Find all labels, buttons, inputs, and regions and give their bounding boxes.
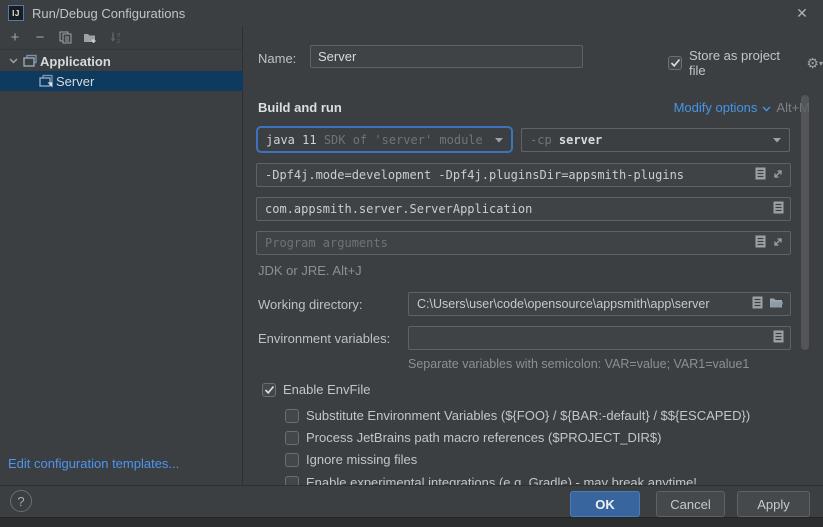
- envfile-option-path-macro[interactable]: Process JetBrains path macro references …: [285, 430, 661, 445]
- envfile-option-label: Substitute Environment Variables (${FOO}…: [306, 408, 750, 423]
- vertical-scrollbar[interactable]: [801, 95, 809, 350]
- program-arguments-field[interactable]: Program arguments: [256, 231, 791, 255]
- chevron-down-icon[interactable]: [762, 100, 771, 115]
- copy-configuration-icon[interactable]: [58, 31, 72, 45]
- macros-icon[interactable]: [755, 167, 766, 183]
- modify-options-link[interactable]: Modify options: [674, 100, 758, 115]
- envfile-option-substitute[interactable]: Substitute Environment Variables (${FOO}…: [285, 408, 750, 423]
- background-window-edge: [0, 517, 823, 527]
- chevron-down-icon: [494, 137, 511, 143]
- ok-button[interactable]: OK: [570, 491, 640, 517]
- classpath-combo[interactable]: -cp server: [521, 128, 790, 152]
- substitute-env-vars-checkbox[interactable]: [285, 409, 299, 423]
- cancel-button[interactable]: Cancel: [656, 491, 725, 517]
- svg-text:z: z: [117, 38, 120, 45]
- name-field[interactable]: [310, 45, 583, 68]
- macros-icon[interactable]: [755, 235, 766, 251]
- modify-options-group: Modify options Alt+M: [243, 100, 810, 115]
- chevron-down-icon[interactable]: [6, 54, 20, 68]
- enable-envfile-checkbox[interactable]: [262, 383, 276, 397]
- main-class-field[interactable]: com.appsmith.server.ServerApplication: [256, 197, 791, 221]
- gear-icon[interactable]: ⚙▾: [806, 55, 823, 72]
- sidebar-item-label: Application: [40, 54, 111, 69]
- run-debug-configurations-dialog: IJ Run/Debug Configurations ✕ + − az: [0, 0, 823, 517]
- envfile-option-label: Process JetBrains path macro references …: [306, 430, 661, 445]
- working-directory-label: Working directory:: [258, 297, 363, 312]
- store-as-project-file-checkbox[interactable]: [668, 56, 682, 70]
- enable-envfile-label: Enable EnvFile: [283, 382, 370, 397]
- enable-envfile-option[interactable]: Enable EnvFile: [262, 382, 370, 397]
- apply-button[interactable]: Apply: [737, 491, 810, 517]
- jdk-combo-value: java 11: [266, 133, 317, 147]
- jdk-hint: JDK or JRE. Alt+J: [258, 263, 362, 278]
- sort-configurations-icon[interactable]: az: [108, 31, 122, 45]
- sidebar-toolbar: + − az: [0, 26, 242, 50]
- close-icon[interactable]: ✕: [793, 4, 811, 22]
- vm-options-field[interactable]: -Dpf4j.mode=development -Dpf4j.pluginsDi…: [256, 163, 791, 187]
- macros-icon[interactable]: [773, 201, 784, 217]
- application-run-icon: [38, 74, 54, 88]
- edit-configuration-templates-link[interactable]: Edit configuration templates...: [8, 456, 179, 471]
- remove-configuration-icon[interactable]: −: [33, 31, 47, 45]
- name-input[interactable]: [311, 49, 582, 64]
- classpath-combo-value: server: [559, 133, 602, 147]
- dialog-footer: ? OK Cancel Apply: [0, 485, 823, 517]
- working-directory-value: C:\Users\user\code\opensource\appsmith\a…: [409, 297, 752, 311]
- configurations-sidebar: + − az Application: [0, 26, 243, 485]
- sidebar-item-label: Server: [56, 74, 94, 89]
- name-label: Name:: [258, 51, 296, 66]
- sidebar-item-application[interactable]: Application: [0, 51, 243, 71]
- dialog-titlebar: IJ Run/Debug Configurations ✕: [0, 0, 823, 26]
- macros-icon[interactable]: [773, 330, 784, 346]
- ignore-missing-files-checkbox[interactable]: [285, 453, 299, 467]
- application-type-icon: [22, 54, 38, 68]
- environment-variables-field[interactable]: [408, 326, 791, 350]
- new-folder-icon[interactable]: [83, 31, 97, 45]
- expand-field-icon[interactable]: [772, 236, 784, 251]
- store-as-project-file-label: Store as project file: [689, 48, 799, 78]
- screen: IJ Run/Debug Configurations ✕ + − az: [0, 0, 823, 527]
- vm-options-value: -Dpf4j.mode=development -Dpf4j.pluginsDi…: [257, 168, 755, 182]
- dialog-title: Run/Debug Configurations: [32, 6, 185, 21]
- help-button[interactable]: ?: [10, 490, 32, 512]
- process-path-macro-checkbox[interactable]: [285, 431, 299, 445]
- sidebar-item-server[interactable]: Server: [0, 71, 243, 91]
- intellij-logo-icon: IJ: [8, 5, 24, 21]
- envfile-option-ignore-missing[interactable]: Ignore missing files: [285, 452, 417, 467]
- classpath-combo-prefix: -cp: [530, 133, 552, 147]
- jdk-combo[interactable]: java 11 SDK of 'server' module: [256, 126, 513, 153]
- expand-field-icon[interactable]: [772, 168, 784, 183]
- chevron-down-icon: [772, 137, 789, 143]
- main-class-value: com.appsmith.server.ServerApplication: [257, 202, 773, 216]
- add-configuration-icon[interactable]: +: [8, 31, 22, 45]
- working-directory-field[interactable]: C:\Users\user\code\opensource\appsmith\a…: [408, 292, 791, 316]
- store-as-project-file-option[interactable]: Store as project file ⚙▾: [668, 48, 823, 78]
- program-arguments-placeholder: Program arguments: [257, 236, 755, 250]
- envfile-option-label: Ignore missing files: [306, 452, 417, 467]
- environment-variables-label: Environment variables:: [258, 331, 390, 346]
- macros-icon[interactable]: [752, 296, 763, 312]
- environment-variables-hint: Separate variables with semicolon: VAR=v…: [408, 357, 749, 371]
- browse-folder-icon[interactable]: [769, 297, 784, 312]
- jdk-combo-hint: SDK of 'server' module: [324, 133, 483, 147]
